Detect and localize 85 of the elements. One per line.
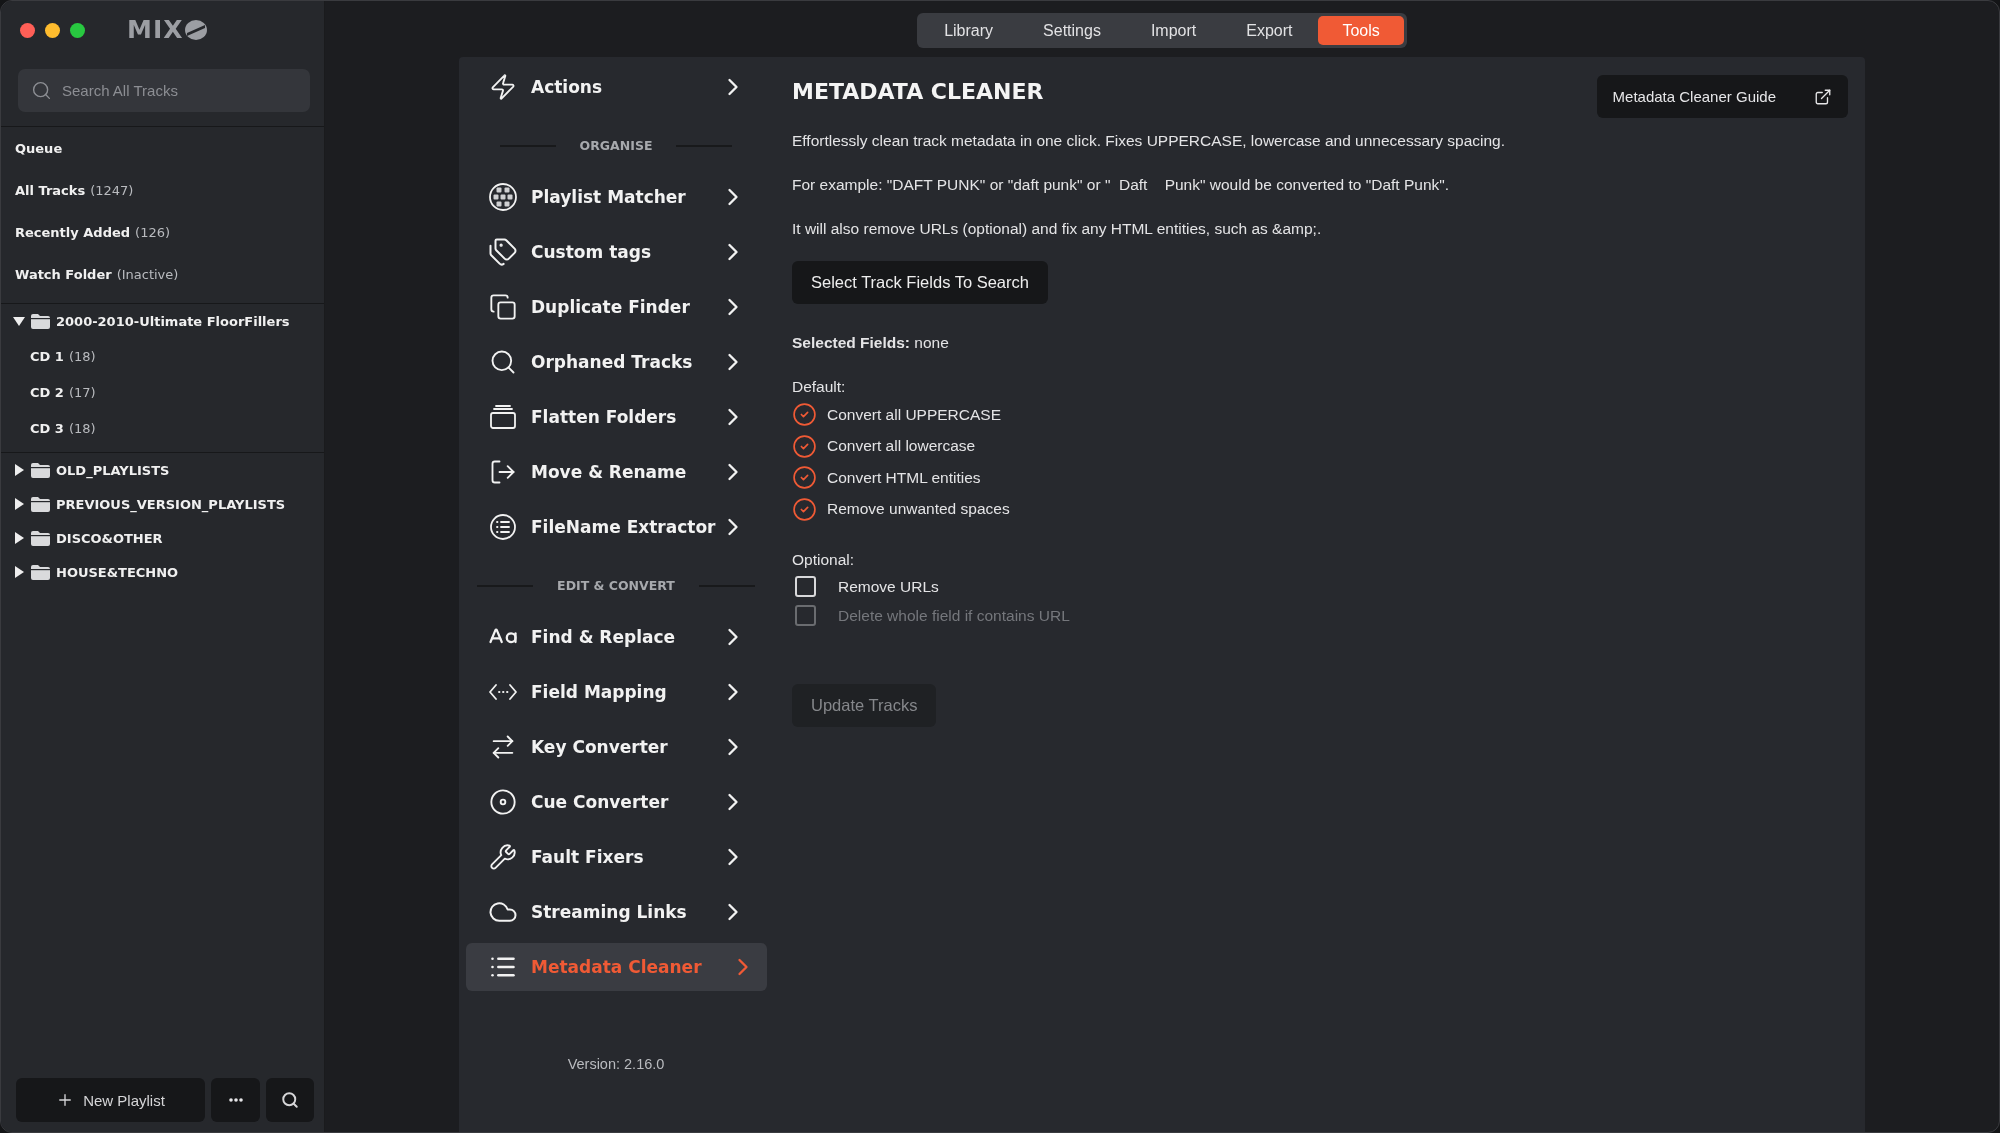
default-label: Default: xyxy=(792,378,846,396)
description-text: For example: "DAFT PUNK" or "daft punk" or " Daft Punk" would be converted to "Daft Punk". xyxy=(792,176,1451,194)
playlist-item[interactable]: CD 1 (18) xyxy=(1,338,324,374)
folder-icon xyxy=(31,564,50,580)
playlist-item[interactable]: CD 3 (18) xyxy=(1,410,324,446)
search-icon xyxy=(489,348,517,376)
folder-icon xyxy=(31,496,50,512)
stacked-tray-icon xyxy=(489,404,517,430)
folder-name[interactable]: DISCO&OTHER xyxy=(56,530,163,546)
expanded-triangle-icon[interactable] xyxy=(13,315,25,327)
disc-icon xyxy=(489,788,517,816)
library-item[interactable]: Queue xyxy=(1,127,324,169)
collapsed-triangle-icon[interactable] xyxy=(13,532,25,544)
folder-icon xyxy=(31,462,50,478)
folder-name[interactable]: 2000-2010-Ultimate FloorFillers xyxy=(56,313,290,329)
tab[interactable]: Settings xyxy=(1019,16,1125,45)
section-heading: ORGANISE xyxy=(579,138,653,153)
code-arrows-icon xyxy=(488,682,518,702)
check-circle-icon[interactable] xyxy=(792,433,817,459)
collapsed-triangle-icon[interactable] xyxy=(13,464,25,476)
folder-icon xyxy=(31,530,50,546)
new-playlist-button[interactable]: New Playlist xyxy=(16,1078,205,1122)
tool-menu-item[interactable]: Move & Rename xyxy=(466,448,767,496)
copy-icon xyxy=(489,293,517,321)
option-label: Convert HTML entities xyxy=(827,468,981,487)
wrench-icon xyxy=(489,843,517,871)
search-icon xyxy=(281,1091,299,1109)
option-label: Convert all lowercase xyxy=(827,437,976,456)
folder-name[interactable]: OLD_PLAYLISTS xyxy=(56,462,170,478)
option-label: Remove unwanted spaces xyxy=(827,500,1010,519)
tool-menu-item[interactable]: Custom tags xyxy=(466,228,767,276)
lightning-icon xyxy=(489,73,517,101)
minimize-window-button[interactable] xyxy=(45,22,60,38)
library-item[interactable]: Recently Added (126) xyxy=(1,211,324,253)
tool-menu-item[interactable]: FileName Extractor xyxy=(466,503,767,551)
close-window-button[interactable] xyxy=(20,22,35,38)
folder-icon xyxy=(31,313,50,329)
logo-mark-icon xyxy=(184,18,209,41)
version-text: Version: 2.16.0 xyxy=(566,1056,666,1072)
tool-menu-item[interactable]: Orphaned Tracks xyxy=(466,338,767,386)
folder-name[interactable]: PREVIOUS_VERSION_PLAYLISTS xyxy=(56,496,286,512)
selected-fields-text: Selected Fields: none xyxy=(792,334,949,352)
check-circle-icon[interactable] xyxy=(792,496,817,522)
folder-name[interactable]: HOUSE&TECHNO xyxy=(56,564,179,580)
tool-menu-item[interactable]: Fault Fixers xyxy=(466,833,767,881)
dotted-circle-icon xyxy=(488,182,518,212)
search-button[interactable] xyxy=(266,1078,314,1122)
tab[interactable]: Import xyxy=(1126,16,1221,45)
external-link-icon xyxy=(1814,87,1832,106)
ellipsis-icon xyxy=(228,1098,243,1102)
tool-menu-item[interactable]: Playlist Matcher xyxy=(466,173,767,221)
tool-menu-item[interactable]: Find & Replace xyxy=(466,613,767,661)
optional-label: Optional: xyxy=(792,551,855,569)
check-circle-icon[interactable] xyxy=(792,402,817,428)
library-item[interactable]: All Tracks (1247) xyxy=(1,169,324,211)
select-fields-button[interactable]: Select Track Fields To Search xyxy=(792,261,1048,304)
description-text: It will also remove URLs (optional) and fix any HTML entities, such as &amp;. xyxy=(792,220,1323,238)
tags-icon xyxy=(488,237,518,267)
guide-button[interactable]: Metadata Cleaner Guide xyxy=(1596,75,1848,118)
search-icon xyxy=(31,80,52,101)
tool-menu-item[interactable]: Cue Converter xyxy=(466,778,767,826)
collapsed-triangle-icon[interactable] xyxy=(13,566,25,578)
tool-menu-item[interactable]: Actions xyxy=(466,63,767,111)
option-label: Remove URLs xyxy=(838,577,939,596)
collapsed-triangle-icon[interactable] xyxy=(13,498,25,510)
list-circle-icon xyxy=(489,513,517,541)
page-title: METADATA CLEANER xyxy=(792,78,1044,104)
tool-menu-item[interactable]: Duplicate Finder xyxy=(466,283,767,331)
option-label: Convert all UPPERCASE xyxy=(827,405,1001,424)
tool-menu-item[interactable]: Flatten Folders xyxy=(466,393,767,441)
maximize-window-button[interactable] xyxy=(70,22,85,38)
search-field[interactable]: Search All Tracks xyxy=(62,69,297,112)
description-text: Effortlessly clean track metadata in one click. Fixes UPPERCASE, lowercase and unnecessary spacing. xyxy=(792,132,1506,150)
playlist-item[interactable]: CD 2 (17) xyxy=(1,374,324,410)
option-label: Delete whole field if contains URL xyxy=(838,606,1070,625)
tab[interactable]: Library xyxy=(920,16,1018,45)
tool-menu-item[interactable]: Key Converter xyxy=(466,723,767,771)
search-box[interactable]: Search All Tracks xyxy=(18,69,310,112)
app-logo: MIX xyxy=(127,15,184,44)
library-item[interactable]: Watch Folder (Inactive) xyxy=(1,253,324,295)
check-circle-icon[interactable] xyxy=(792,465,817,491)
tool-menu-item[interactable]: Field Mapping xyxy=(466,668,767,716)
tab[interactable]: Export xyxy=(1222,16,1317,45)
section-heading: EDIT & CONVERT xyxy=(557,578,675,593)
tool-menu-item[interactable]: Streaming Links xyxy=(466,888,767,936)
